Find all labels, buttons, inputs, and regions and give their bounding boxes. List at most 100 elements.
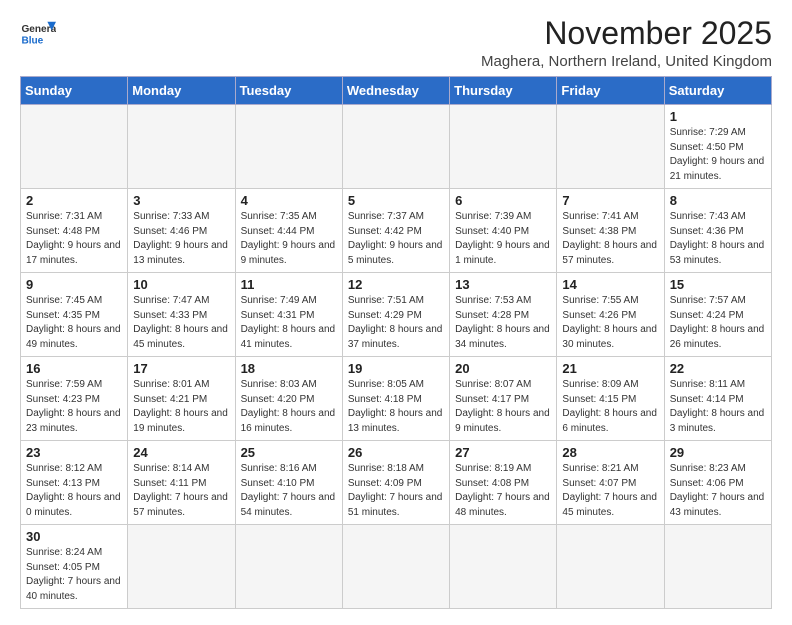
col-header-wednesday: Wednesday (342, 77, 449, 105)
day-info: Sunrise: 8:19 AM Sunset: 4:08 PM Dayligh… (455, 462, 551, 520)
col-header-thursday: Thursday (450, 77, 557, 105)
day-number: 16 (26, 361, 122, 376)
calendar-cell: 25Sunrise: 8:16 AM Sunset: 4:10 PM Dayli… (235, 441, 342, 525)
day-info: Sunrise: 7:35 AM Sunset: 4:44 PM Dayligh… (241, 210, 337, 268)
calendar-cell: 9 Sunrise: 7:45 AM Sunset: 4:35 PM Daylig… (21, 273, 128, 357)
day-number: 12 (348, 277, 444, 292)
day-number: 18 (241, 361, 337, 376)
day-number: 5 (348, 193, 444, 208)
day-header-row: SundayMondayTuesdayWednesdayThursdayFrid… (21, 77, 772, 105)
calendar-cell: 2Sunrise: 7:31 AM Sunset: 4:48 PM Daylig… (21, 189, 128, 273)
day-number: 26 (348, 445, 444, 460)
calendar-cell: 7 Sunrise: 7:41 AM Sunset: 4:38 PM Daylig… (557, 189, 664, 273)
calendar-cell (450, 105, 557, 189)
calendar-cell: 23 Sunrise: 8:12 AM Sunset: 4:13 PM Dayli… (21, 441, 128, 525)
location-subtitle: Maghera, Northern Ireland, United Kingdo… (481, 53, 772, 70)
day-info: Sunrise: 8:23 AM Sunset: 4:06 PM Dayligh… (670, 462, 766, 520)
day-info: Sunrise: 8:14 AM Sunset: 4:11 PM Dayligh… (133, 462, 229, 520)
col-header-tuesday: Tuesday (235, 77, 342, 105)
calendar-cell: 13Sunrise: 7:53 AM Sunset: 4:28 PM Dayli… (450, 273, 557, 357)
day-number: 21 (562, 361, 658, 376)
week-row-3: 9 Sunrise: 7:45 AM Sunset: 4:35 PM Daylig… (21, 273, 772, 357)
week-row-2: 2Sunrise: 7:31 AM Sunset: 4:48 PM Daylig… (21, 189, 772, 273)
day-info: Sunrise: 7:43 AM Sunset: 4:36 PM Dayligh… (670, 210, 766, 268)
day-number: 15 (670, 277, 766, 292)
calendar-table: SundayMondayTuesdayWednesdayThursdayFrid… (20, 76, 772, 609)
day-number: 7 (562, 193, 658, 208)
day-number: 10 (133, 277, 229, 292)
day-info: Sunrise: 7:39 AM Sunset: 4:40 PM Dayligh… (455, 210, 551, 268)
calendar-cell: 1Sunrise: 7:29 AM Sunset: 4:50 PM Daylig… (664, 105, 771, 189)
calendar-cell: 19 Sunrise: 8:05 AM Sunset: 4:18 PM Dayli… (342, 357, 449, 441)
day-info: Sunrise: 7:41 AM Sunset: 4:38 PM Dayligh… (562, 210, 658, 268)
day-info: Sunrise: 8:21 AM Sunset: 4:07 PM Dayligh… (562, 462, 658, 520)
day-info: Sunrise: 8:07 AM Sunset: 4:17 PM Dayligh… (455, 378, 551, 436)
day-info: Sunrise: 7:45 AM Sunset: 4:35 PM Dayligh… (26, 294, 122, 352)
day-info: Sunrise: 7:33 AM Sunset: 4:46 PM Dayligh… (133, 210, 229, 268)
week-row-1: 1Sunrise: 7:29 AM Sunset: 4:50 PM Daylig… (21, 105, 772, 189)
calendar-cell (557, 525, 664, 609)
calendar-cell: 12Sunrise: 7:51 AM Sunset: 4:29 PM Dayli… (342, 273, 449, 357)
col-header-saturday: Saturday (664, 77, 771, 105)
day-info: Sunrise: 7:53 AM Sunset: 4:28 PM Dayligh… (455, 294, 551, 352)
logo-icon: General Blue (20, 16, 56, 52)
day-info: Sunrise: 8:11 AM Sunset: 4:14 PM Dayligh… (670, 378, 766, 436)
calendar-cell (664, 525, 771, 609)
month-title: November 2025 (481, 16, 772, 51)
day-number: 8 (670, 193, 766, 208)
day-info: Sunrise: 8:09 AM Sunset: 4:15 PM Dayligh… (562, 378, 658, 436)
calendar-cell (342, 525, 449, 609)
calendar-cell (128, 525, 235, 609)
col-header-sunday: Sunday (21, 77, 128, 105)
day-number: 9 (26, 277, 122, 292)
calendar-cell: 10 Sunrise: 7:47 AM Sunset: 4:33 PM Dayli… (128, 273, 235, 357)
week-row-4: 16 Sunrise: 7:59 AM Sunset: 4:23 PM Dayli… (21, 357, 772, 441)
day-info: Sunrise: 8:01 AM Sunset: 4:21 PM Dayligh… (133, 378, 229, 436)
day-info: Sunrise: 8:12 AM Sunset: 4:13 PM Dayligh… (26, 462, 122, 520)
day-info: Sunrise: 7:29 AM Sunset: 4:50 PM Dayligh… (670, 126, 766, 184)
calendar-cell: 3Sunrise: 7:33 AM Sunset: 4:46 PM Daylig… (128, 189, 235, 273)
day-info: Sunrise: 7:47 AM Sunset: 4:33 PM Dayligh… (133, 294, 229, 352)
calendar-cell: 20 Sunrise: 8:07 AM Sunset: 4:17 PM Dayli… (450, 357, 557, 441)
col-header-friday: Friday (557, 77, 664, 105)
day-number: 24 (133, 445, 229, 460)
day-info: Sunrise: 7:57 AM Sunset: 4:24 PM Dayligh… (670, 294, 766, 352)
day-number: 19 (348, 361, 444, 376)
day-info: Sunrise: 8:16 AM Sunset: 4:10 PM Dayligh… (241, 462, 337, 520)
day-number: 27 (455, 445, 551, 460)
calendar-cell: 5 Sunrise: 7:37 AM Sunset: 4:42 PM Daylig… (342, 189, 449, 273)
calendar-cell: 15 Sunrise: 7:57 AM Sunset: 4:24 PM Dayli… (664, 273, 771, 357)
calendar-cell: 6Sunrise: 7:39 AM Sunset: 4:40 PM Daylig… (450, 189, 557, 273)
calendar-cell: 21 Sunrise: 8:09 AM Sunset: 4:15 PM Dayli… (557, 357, 664, 441)
day-info: Sunrise: 8:03 AM Sunset: 4:20 PM Dayligh… (241, 378, 337, 436)
calendar-cell: 17Sunrise: 8:01 AM Sunset: 4:21 PM Dayli… (128, 357, 235, 441)
svg-text:Blue: Blue (21, 35, 43, 46)
day-number: 2 (26, 193, 122, 208)
calendar-cell: 14Sunrise: 7:55 AM Sunset: 4:26 PM Dayli… (557, 273, 664, 357)
day-info: Sunrise: 8:18 AM Sunset: 4:09 PM Dayligh… (348, 462, 444, 520)
week-row-6: 30 Sunrise: 8:24 AM Sunset: 4:05 PM Dayli… (21, 525, 772, 609)
day-info: Sunrise: 7:49 AM Sunset: 4:31 PM Dayligh… (241, 294, 337, 352)
calendar-cell (342, 105, 449, 189)
day-number: 11 (241, 277, 337, 292)
day-number: 20 (455, 361, 551, 376)
logo: General Blue (20, 16, 56, 52)
calendar-cell (235, 105, 342, 189)
day-number: 23 (26, 445, 122, 460)
calendar-cell (450, 525, 557, 609)
day-info: Sunrise: 7:59 AM Sunset: 4:23 PM Dayligh… (26, 378, 122, 436)
calendar-cell: 29 Sunrise: 8:23 AM Sunset: 4:06 PM Dayli… (664, 441, 771, 525)
day-number: 29 (670, 445, 766, 460)
day-info: Sunrise: 8:05 AM Sunset: 4:18 PM Dayligh… (348, 378, 444, 436)
calendar-cell: 4Sunrise: 7:35 AM Sunset: 4:44 PM Daylig… (235, 189, 342, 273)
calendar-cell: 24 Sunrise: 8:14 AM Sunset: 4:11 PM Dayli… (128, 441, 235, 525)
day-number: 30 (26, 529, 122, 544)
calendar-cell: 8 Sunrise: 7:43 AM Sunset: 4:36 PM Daylig… (664, 189, 771, 273)
calendar-cell: 11 Sunrise: 7:49 AM Sunset: 4:31 PM Dayli… (235, 273, 342, 357)
day-info: Sunrise: 7:37 AM Sunset: 4:42 PM Dayligh… (348, 210, 444, 268)
calendar-cell: 22Sunrise: 8:11 AM Sunset: 4:14 PM Dayli… (664, 357, 771, 441)
title-block: November 2025 Maghera, Northern Ireland,… (481, 16, 772, 70)
calendar-cell: 28Sunrise: 8:21 AM Sunset: 4:07 PM Dayli… (557, 441, 664, 525)
day-info: Sunrise: 7:55 AM Sunset: 4:26 PM Dayligh… (562, 294, 658, 352)
day-info: Sunrise: 8:24 AM Sunset: 4:05 PM Dayligh… (26, 546, 122, 604)
